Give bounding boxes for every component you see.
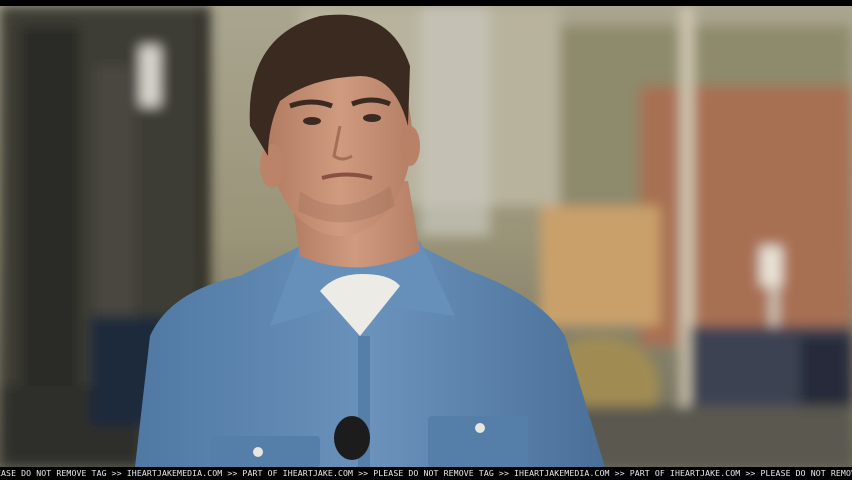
watermark-text: EASE DO NOT REMOVE TAG >> IHEARTJAKEMEDI…: [0, 468, 852, 478]
sunglasses: [334, 416, 370, 460]
photo: [0, 6, 852, 467]
left-eye: [303, 117, 321, 125]
right-eye: [363, 114, 381, 122]
left-pocket: [210, 436, 320, 467]
watermark-strip: EASE DO NOT REMOVE TAG >> IHEARTJAKEMEDI…: [0, 467, 852, 480]
right-ear: [400, 126, 420, 166]
pocket-button: [475, 423, 485, 433]
pocket-button: [253, 447, 263, 457]
scene-illustration: [0, 6, 852, 467]
video-frame: EASE DO NOT REMOVE TAG >> IHEARTJAKEMEDI…: [0, 0, 852, 480]
left-ear: [260, 144, 284, 188]
